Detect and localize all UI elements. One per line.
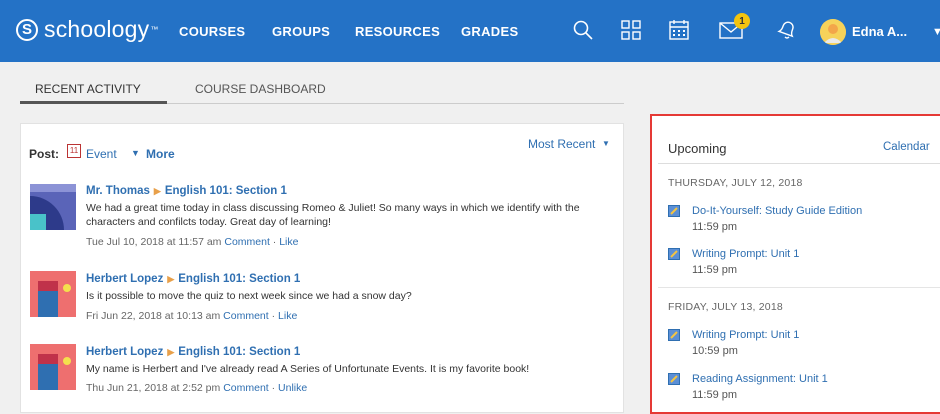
upcoming-item-link[interactable]: Do-It-Yourself: Study Guide Edition	[692, 205, 862, 217]
post-timestamp: Thu Jun 21, 2018 at 2:52 pm	[86, 382, 221, 394]
upcoming-date-heading: FRIDAY, JULY 13, 2018	[668, 301, 783, 313]
upcoming-item-time: 11:59 pm	[692, 264, 738, 276]
post-body: My name is Herbert and I've already read…	[86, 363, 530, 375]
upcoming-title: Upcoming	[668, 141, 727, 156]
post-meta: Thu Jun 21, 2018 at 2:52 pm Comment · Un…	[86, 382, 308, 394]
arrow-right-icon: ▶	[167, 347, 175, 357]
post-timestamp: Fri Jun 22, 2018 at 10:13 am	[86, 310, 221, 322]
tab-recent-activity[interactable]: RECENT ACTIVITY	[35, 82, 141, 96]
assignment-icon	[668, 329, 680, 341]
tab-course-dashboard[interactable]: COURSE DASHBOARD	[195, 82, 326, 96]
chevron-down-icon[interactable]: ▼	[932, 26, 940, 38]
post-meta: Fri Jun 22, 2018 at 10:13 am Comment · L…	[86, 310, 298, 322]
schoology-logo[interactable]: S schoology ™	[16, 16, 158, 43]
post-author-link[interactable]: Herbert Lopez	[86, 346, 163, 358]
arrow-right-icon: ▶	[167, 274, 175, 284]
post-timestamp: Tue Jul 10, 2018 at 11:57 am	[86, 236, 222, 248]
comment-link[interactable]: Comment	[224, 236, 270, 248]
notifications-bell-icon[interactable]	[776, 19, 798, 41]
post-course-link[interactable]: English 101: Section 1	[178, 346, 300, 358]
post-avatar[interactable]	[30, 344, 76, 390]
like-link[interactable]: Like	[279, 236, 298, 248]
assignment-icon	[668, 373, 680, 385]
post-body: We had a great time today in class discu…	[86, 202, 580, 228]
avatar-pattern-image	[30, 344, 76, 390]
comment-link[interactable]: Comment	[223, 382, 269, 394]
trademark-mark: ™	[150, 25, 159, 34]
sort-dropdown[interactable]: Most Recent	[528, 137, 595, 151]
post-course-link[interactable]: English 101: Section 1	[178, 273, 300, 285]
nav-courses[interactable]: COURSES	[179, 24, 245, 39]
user-avatar[interactable]	[820, 19, 846, 45]
upcoming-divider	[658, 163, 940, 164]
sort-caret-icon[interactable]: ▼	[602, 139, 610, 148]
assignment-icon	[668, 205, 680, 217]
logo-text: schoology	[44, 16, 150, 42]
nav-resources[interactable]: RESOURCES	[355, 24, 440, 39]
active-tab-indicator	[20, 101, 167, 104]
upcoming-item-time: 10:59 pm	[692, 345, 738, 357]
more-caret-icon[interactable]: ▼	[131, 148, 140, 158]
search-icon[interactable]	[572, 19, 594, 41]
apps-grid-icon[interactable]	[620, 19, 642, 41]
upcoming-group-divider	[658, 287, 940, 288]
post-avatar[interactable]	[30, 184, 76, 230]
post-author-link[interactable]: Herbert Lopez	[86, 273, 163, 285]
post-author-line: Mr. Thomas ▶ English 101: Section 1	[86, 185, 287, 197]
upcoming-item-link[interactable]: Reading Assignment: Unit 1	[692, 373, 828, 385]
upcoming-item-link[interactable]: Writing Prompt: Unit 1	[692, 248, 799, 260]
upcoming-item-link[interactable]: Writing Prompt: Unit 1	[692, 329, 799, 341]
avatar-pattern-image	[30, 184, 76, 230]
post-event-link[interactable]: Event	[86, 147, 117, 161]
like-link[interactable]: Unlike	[278, 382, 307, 394]
upcoming-date-heading: THURSDAY, JULY 12, 2018	[668, 177, 803, 189]
assignment-icon	[668, 248, 680, 260]
arrow-right-icon: ▶	[153, 186, 161, 196]
notification-count-badge: 1	[734, 13, 750, 29]
calendar-icon[interactable]	[668, 19, 690, 41]
comment-link[interactable]: Comment	[223, 310, 269, 322]
event-calendar-icon[interactable]: 11	[67, 144, 81, 158]
post-author-link[interactable]: Mr. Thomas	[86, 185, 150, 197]
avatar-pattern-image	[30, 271, 76, 317]
upcoming-item-time: 11:59 pm	[692, 221, 738, 233]
nav-groups[interactable]: GROUPS	[272, 24, 330, 39]
post-more-link[interactable]: More	[146, 147, 175, 161]
like-link[interactable]: Like	[278, 310, 297, 322]
post-author-line: Herbert Lopez ▶ English 101: Section 1	[86, 346, 300, 358]
logo-s-icon: S	[16, 18, 38, 41]
nav-grades[interactable]: GRADES	[461, 24, 518, 39]
post-label: Post:	[29, 147, 59, 161]
post-meta: Tue Jul 10, 2018 at 11:57 am Comment · L…	[86, 236, 299, 248]
post-course-link[interactable]: English 101: Section 1	[165, 185, 287, 197]
calendar-link[interactable]: Calendar	[883, 141, 930, 153]
post-avatar[interactable]	[30, 271, 76, 317]
user-name[interactable]: Edna A...	[852, 24, 907, 39]
upcoming-item-time: 11:59 pm	[692, 389, 738, 401]
post-author-line: Herbert Lopez ▶ English 101: Section 1	[86, 273, 300, 285]
user-avatar-image	[820, 19, 846, 45]
post-body: Is it possible to move the quiz to next …	[86, 290, 412, 302]
